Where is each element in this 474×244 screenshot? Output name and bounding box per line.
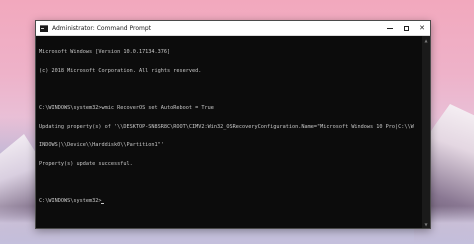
command-prompt-icon[interactable] (40, 24, 48, 32)
maximize-button[interactable] (398, 21, 414, 35)
console-line: INDOWS|\\Device\\Harddisk0\\Partition1"' (39, 142, 164, 149)
console-line: Microsoft Windows [Version 10.0.17134.37… (39, 49, 171, 56)
console-line: C:\WINDOWS\system32>wmic RecoverOS set A… (39, 105, 214, 112)
window-controls: ✕ (382, 21, 430, 35)
vertical-scrollbar[interactable]: ▲ ▼ (422, 36, 430, 228)
console-line: Updating property(s) of '\\DESKTOP-SN8SR… (39, 123, 414, 130)
console-prompt: C:\WINDOWS\system32> (39, 198, 102, 205)
minimize-button[interactable] (382, 21, 398, 35)
scroll-down-arrow-icon[interactable]: ▼ (422, 220, 430, 228)
scroll-up-arrow-icon[interactable]: ▲ (422, 36, 430, 44)
console-prompt-line[interactable]: C:\WINDOWS\system32> (39, 198, 426, 205)
command-prompt-window[interactable]: Administrator: Command Prompt ✕ Microsof… (35, 20, 431, 229)
maximize-icon (403, 25, 409, 31)
close-button[interactable]: ✕ (414, 21, 430, 35)
console-line: (c) 2018 Microsoft Corporation. All righ… (39, 68, 202, 74)
close-icon: ✕ (419, 24, 425, 32)
console-output[interactable]: Microsoft Windows [Version 10.0.17134.37… (36, 36, 430, 217)
text-cursor (101, 203, 105, 205)
window-title: Administrator: Command Prompt (52, 24, 151, 32)
title-bar[interactable]: Administrator: Command Prompt ✕ (36, 21, 430, 36)
console-line: Property(s) update successful. (39, 160, 133, 167)
minimize-icon (387, 27, 393, 29)
